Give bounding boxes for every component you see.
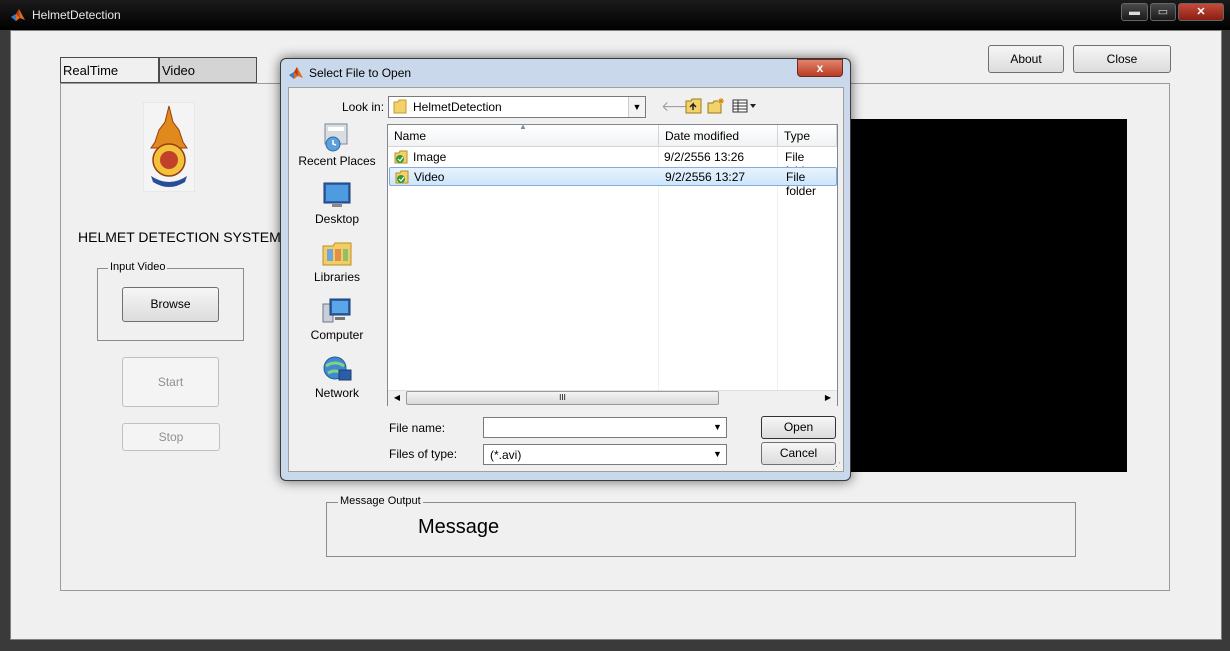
look-in-value: HelmetDetection	[413, 100, 502, 114]
system-title: HELMET DETECTION SYSTEM	[78, 229, 281, 245]
university-crest-logo	[143, 102, 195, 192]
new-folder-icon[interactable]	[706, 97, 726, 115]
window-title: HelmetDetection	[32, 8, 121, 22]
file-name-cell: Video	[414, 170, 445, 184]
view-menu-icon[interactable]	[731, 97, 759, 115]
file-date-cell: 9/2/2556 13:27	[665, 170, 746, 184]
file-name-cell: Image	[413, 150, 447, 164]
places-bar: Recent Places Desktop Libraries Computer	[297, 122, 377, 400]
sort-ascending-icon: ▲	[519, 122, 527, 131]
video-display-axes	[846, 119, 1127, 472]
browse-button[interactable]: Browse	[122, 287, 219, 322]
scroll-right-icon[interactable]: ▶	[821, 391, 835, 405]
about-button[interactable]: About	[988, 45, 1064, 73]
message-text: Message	[418, 516, 500, 538]
resize-grip-icon[interactable]: ⋰	[832, 461, 842, 471]
place-recent-places[interactable]: Recent Places	[297, 122, 377, 168]
folder-shortcut-icon	[394, 150, 408, 164]
scroll-left-icon[interactable]: ◀	[390, 391, 404, 405]
chevron-down-icon[interactable]: ▼	[709, 445, 726, 464]
place-desktop[interactable]: Desktop	[297, 180, 377, 226]
folder-icon	[393, 99, 407, 114]
up-folder-icon[interactable]	[684, 97, 704, 115]
desktop-icon	[323, 182, 351, 207]
file-row-video[interactable]: Video 9/2/2556 13:27 File folder	[389, 167, 837, 198]
close-button[interactable]: Close	[1073, 45, 1171, 73]
message-output-group-label: Message Output	[338, 495, 423, 507]
column-header-date-modified[interactable]: Date modified	[659, 125, 778, 147]
place-libraries-label: Libraries	[313, 270, 361, 284]
libraries-icon	[322, 242, 352, 266]
network-icon	[323, 356, 352, 381]
place-network[interactable]: Network	[297, 354, 377, 400]
recent-places-icon	[324, 123, 348, 152]
tab-realtime[interactable]: RealTime	[60, 57, 159, 83]
stop-button[interactable]: Stop	[122, 423, 220, 451]
chevron-down-icon[interactable]: ▼	[709, 418, 726, 437]
dialog-title: Select File to Open	[309, 66, 412, 80]
window-close-button[interactable]: ✕	[1178, 3, 1224, 21]
input-video-group-label: Input Video	[108, 261, 168, 273]
file-date-cell: 9/2/2556 13:26	[664, 150, 745, 164]
matlab-logo-icon	[289, 67, 303, 79]
place-computer[interactable]: Computer	[297, 296, 377, 342]
files-of-type-value: (*.avi)	[490, 448, 522, 462]
files-of-type-label: Files of type:	[389, 447, 458, 461]
look-in-label: Look in:	[342, 100, 385, 114]
minimize-button[interactable]: ▬	[1121, 3, 1148, 21]
place-recent-places-label: Recent Places	[298, 154, 376, 168]
tab-video[interactable]: Video	[159, 57, 257, 83]
computer-icon	[322, 298, 351, 323]
file-name-label: File name:	[389, 421, 446, 435]
scrollbar-thumb[interactable]: III	[406, 391, 719, 405]
place-computer-label: Computer	[310, 328, 364, 342]
start-button[interactable]: Start	[122, 357, 219, 407]
chevron-down-icon[interactable]: ▼	[628, 97, 645, 117]
back-arrow-icon[interactable]: 🡐	[661, 97, 699, 115]
file-name-input[interactable]	[483, 417, 727, 438]
maximize-button[interactable]: ▭	[1150, 3, 1176, 21]
place-desktop-label: Desktop	[314, 212, 360, 226]
open-button[interactable]: Open	[761, 416, 836, 439]
cancel-button[interactable]: Cancel	[761, 442, 836, 465]
file-row-image[interactable]: Image 9/2/2556 13:26 File folder	[389, 148, 837, 178]
title-bar[interactable]	[0, 0, 1230, 30]
place-network-label: Network	[314, 386, 359, 400]
place-libraries[interactable]: Libraries	[297, 238, 377, 284]
folder-shortcut-icon	[395, 170, 409, 184]
matlab-logo-icon	[11, 9, 25, 21]
column-header-type[interactable]: Type	[778, 125, 837, 147]
file-type-cell: File folder	[786, 170, 817, 198]
dialog-close-button[interactable]: x	[797, 59, 843, 77]
